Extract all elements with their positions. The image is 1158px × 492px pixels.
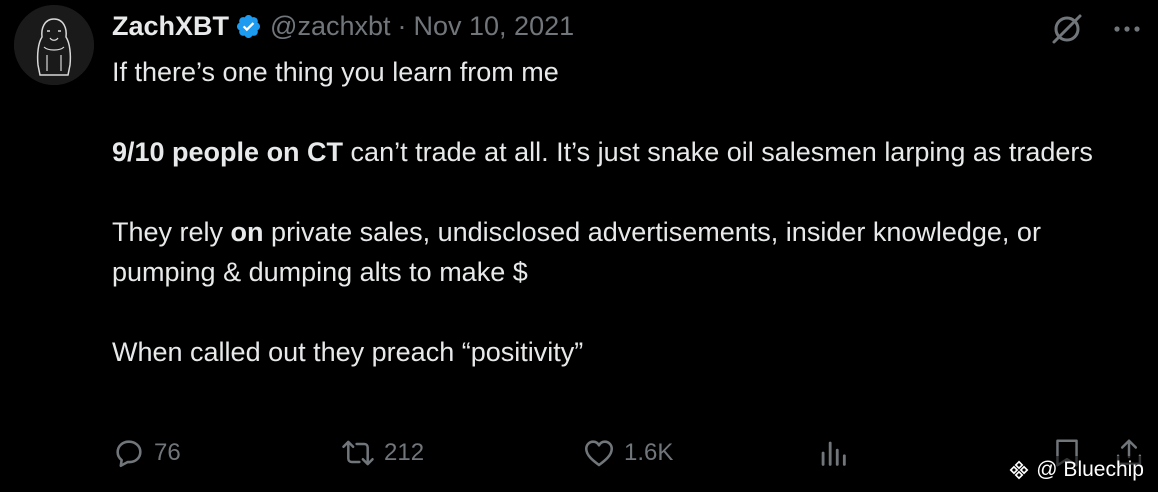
- reply-icon: [116, 440, 142, 468]
- binance-logo-icon: [1009, 460, 1029, 480]
- reply-button[interactable]: 76: [112, 436, 181, 470]
- tweet-text: If there’s one thing you learn from me 9…: [112, 52, 1142, 372]
- tweet-actions-bar: 76 212 1.6K: [112, 436, 1146, 476]
- tweet-paragraph-1: If there’s one thing you learn from me: [112, 57, 559, 87]
- views-button[interactable]: [816, 436, 850, 470]
- author-name[interactable]: ZachXBT: [112, 11, 229, 42]
- retweet-count: 212: [384, 439, 425, 466]
- author-handle[interactable]: @zachxbt: [270, 11, 390, 42]
- like-count: 1.6K: [624, 439, 674, 466]
- tweet-header: ZachXBT @zachxbt · Nov 10, 2021: [112, 8, 574, 44]
- views-icon: [821, 441, 846, 466]
- tweet-paragraph-3: They rely on private sales, undisclosed …: [112, 212, 1142, 292]
- like-icon: [584, 440, 614, 467]
- watermark: @ Bluechip: [1004, 456, 1148, 484]
- bold-text: 9/10 people on CT: [112, 137, 344, 167]
- more-icon[interactable]: [1112, 14, 1142, 44]
- tweet-date[interactable]: Nov 10, 2021: [414, 11, 575, 42]
- tweet-top-actions: [1050, 12, 1142, 46]
- tweet-paragraph-4: When called out they preach “positivity”: [112, 337, 584, 367]
- tweet-paragraph-2: 9/10 people on CT can’t trade at all. It…: [112, 132, 1142, 172]
- grok-icon[interactable]: [1050, 12, 1084, 46]
- tweet-text-span: can’t trade at all. It’s just snake oil …: [343, 137, 1093, 167]
- avatar[interactable]: [14, 5, 94, 85]
- verified-badge-icon: [235, 13, 262, 40]
- tweet-text-span: They rely: [112, 217, 231, 247]
- watermark-text: @ Bluechip: [1036, 458, 1144, 481]
- bold-text: on: [230, 217, 264, 247]
- retweet-icon: [342, 440, 374, 466]
- header-separator: ·: [397, 10, 407, 41]
- retweet-button[interactable]: 212: [340, 436, 424, 470]
- reply-count: 76: [154, 439, 181, 466]
- like-button[interactable]: 1.6K: [582, 436, 673, 470]
- avatar-image: [14, 5, 94, 85]
